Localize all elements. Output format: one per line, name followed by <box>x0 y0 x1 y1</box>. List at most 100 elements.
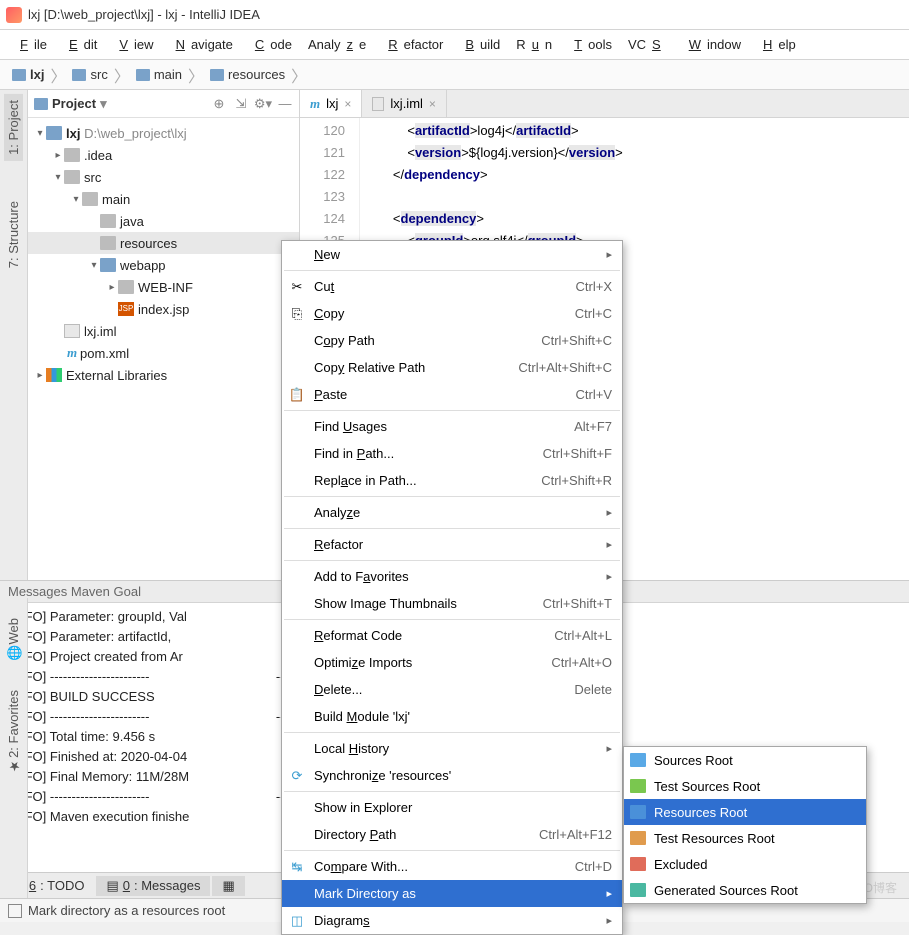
menu-refactor[interactable]: Refactor <box>376 34 449 55</box>
ctx-paste[interactable]: 📋PasteCtrl+V <box>282 381 622 408</box>
close-icon[interactable]: × <box>344 97 351 111</box>
ctx-findinpath[interactable]: Find in Path...Ctrl+Shift+F <box>282 440 622 467</box>
gear-icon[interactable]: ⚙▾ <box>255 96 271 112</box>
title-bar: lxj [D:\web_project\lxj] - lxj - Intelli… <box>0 0 909 30</box>
ctx-optimize[interactable]: Optimize ImportsCtrl+Alt+O <box>282 649 622 676</box>
tree-row[interactable]: JSPindex.jsp <box>28 298 299 320</box>
breadcrumb-item[interactable]: src <box>68 65 111 84</box>
ctx-copy[interactable]: ⎘CopyCtrl+C <box>282 300 622 327</box>
menu-code[interactable]: Code <box>243 34 298 55</box>
sub-test-sources-root[interactable]: Test Sources Root <box>624 773 866 799</box>
folder-icon <box>630 779 646 793</box>
hide-icon[interactable]: — <box>277 96 293 112</box>
menu-analyze[interactable]: Analyze <box>302 34 372 55</box>
tree-row[interactable]: ▾src <box>28 166 299 188</box>
folder-icon <box>630 753 646 767</box>
menu-navigate[interactable]: Navigate <box>164 34 239 55</box>
target-icon[interactable]: ⊕ <box>211 96 227 112</box>
folder-icon <box>100 236 116 250</box>
close-icon[interactable]: × <box>429 97 436 111</box>
folder-icon <box>72 69 86 81</box>
folder-icon <box>630 857 646 871</box>
sub-sources-root[interactable]: Sources Root <box>624 747 866 773</box>
ctx-refactor[interactable]: Refactor▸ <box>282 531 622 558</box>
ctx-reformat[interactable]: Reformat CodeCtrl+Alt+L <box>282 622 622 649</box>
tree-row[interactable]: mpom.xml <box>28 342 299 364</box>
rail-structure[interactable]: 7: Structure <box>6 201 21 268</box>
ctx-new[interactable]: New▸ <box>282 241 622 268</box>
menu-window[interactable]: Window <box>677 34 747 55</box>
menu-help[interactable]: Help <box>751 34 802 55</box>
tree-row[interactable]: ▾main <box>28 188 299 210</box>
ctx-copypath[interactable]: Copy PathCtrl+Shift+C <box>282 327 622 354</box>
project-pane: Project ▾ ⊕ ⇲ ⚙▾ — ▾lxj D:\web_project\l… <box>28 90 300 580</box>
left-tool-rail: 1: Project 7: Structure <box>0 90 28 580</box>
ctx-showexp[interactable]: Show in Explorer <box>282 794 622 821</box>
ctx-buildmod[interactable]: Build Module 'lxj' <box>282 703 622 730</box>
ctx-dirpath[interactable]: Directory PathCtrl+Alt+F12 <box>282 821 622 848</box>
menu-build[interactable]: Build <box>453 34 506 55</box>
sub-generated-sources-root[interactable]: Generated Sources Root <box>624 877 866 903</box>
markdir-submenu: Sources Root Test Sources Root Resources… <box>623 746 867 904</box>
folder-icon <box>630 831 646 845</box>
ctx-localhist[interactable]: Local History▸ <box>282 735 622 762</box>
tree-row-root[interactable]: ▾lxj D:\web_project\lxj <box>28 122 299 144</box>
editor-tab-lxj[interactable]: mlxj× <box>300 90 362 117</box>
folder-icon <box>82 192 98 206</box>
breadcrumb-item[interactable]: resources <box>206 65 289 84</box>
sub-excluded[interactable]: Excluded <box>624 851 866 877</box>
ctx-copyrel[interactable]: Copy Relative PathCtrl+Alt+Shift+C <box>282 354 622 381</box>
menu-run[interactable]: Run <box>510 34 558 55</box>
project-tree[interactable]: ▾lxj D:\web_project\lxj ▸.idea ▾src ▾mai… <box>28 118 299 390</box>
ctx-replaceinpath[interactable]: Replace in Path...Ctrl+Shift+R <box>282 467 622 494</box>
folder-icon <box>46 126 62 140</box>
ctx-sync[interactable]: ⟳Synchronize 'resources' <box>282 762 622 789</box>
tree-row[interactable]: ▸.idea <box>28 144 299 166</box>
sub-test-resources-root[interactable]: Test Resources Root <box>624 825 866 851</box>
maven-icon: m <box>64 345 80 361</box>
ctx-compare[interactable]: ↹Compare With...Ctrl+D <box>282 853 622 880</box>
folder-icon <box>100 258 116 272</box>
menu-vcs[interactable]: VCS <box>622 34 673 55</box>
breadcrumb-item[interactable]: main <box>132 65 186 84</box>
file-icon <box>64 324 80 338</box>
collapse-icon[interactable]: ⇲ <box>233 96 249 112</box>
tree-row-ext-lib[interactable]: ▸External Libraries <box>28 364 299 386</box>
editor-tabs: mlxj× lxj.iml× <box>300 90 909 118</box>
menu-edit[interactable]: Edit <box>57 34 103 55</box>
folder-icon <box>630 805 646 819</box>
ctx-showthumb[interactable]: Show Image ThumbnailsCtrl+Shift+T <box>282 590 622 617</box>
toolwindow-more[interactable]: ▦ <box>212 876 244 896</box>
ctx-addfav[interactable]: Add to Favorites▸ <box>282 563 622 590</box>
sub-resources-root[interactable]: Resources Root <box>624 799 866 825</box>
chevron-right-icon: 〉 <box>188 63 204 87</box>
scissors-icon: ✂ <box>288 278 306 296</box>
rail-web[interactable]: 🌐Web <box>6 618 21 660</box>
tree-row-resources[interactable]: resources <box>28 232 299 254</box>
sync-icon: ⟳ <box>288 767 306 785</box>
tree-row[interactable]: lxj.iml <box>28 320 299 342</box>
rail-project[interactable]: 1: Project <box>4 94 23 161</box>
tree-row[interactable]: ▾webapp <box>28 254 299 276</box>
ctx-analyze[interactable]: Analyze▸ <box>282 499 622 526</box>
breadcrumb-item[interactable]: lxj <box>8 65 48 84</box>
ctx-cut[interactable]: ✂CutCtrl+X <box>282 273 622 300</box>
folder-icon <box>136 69 150 81</box>
status-indicator-icon[interactable] <box>8 904 22 918</box>
tree-row[interactable]: ▸WEB-INF <box>28 276 299 298</box>
menu-file[interactable]: File <box>8 34 53 55</box>
app-icon <box>6 7 22 23</box>
menu-tools[interactable]: Tools <box>562 34 618 55</box>
ctx-markdir[interactable]: Mark Directory as▸ <box>282 880 622 907</box>
ctx-diagrams[interactable]: ◫Diagrams▸ <box>282 907 622 934</box>
editor-tab-iml[interactable]: lxj.iml× <box>362 90 447 117</box>
chevron-right-icon: 〉 <box>291 63 307 87</box>
rail-favorites[interactable]: ★2: Favorites <box>6 690 21 773</box>
toolwindow-messages[interactable]: ▤ 0: Messages <box>96 876 210 896</box>
ctx-delete[interactable]: Delete...Delete <box>282 676 622 703</box>
menu-view[interactable]: View <box>107 34 159 55</box>
compare-icon: ↹ <box>288 858 306 876</box>
ctx-findusages[interactable]: Find UsagesAlt+F7 <box>282 413 622 440</box>
chevron-right-icon: 〉 <box>114 63 130 87</box>
tree-row[interactable]: java <box>28 210 299 232</box>
